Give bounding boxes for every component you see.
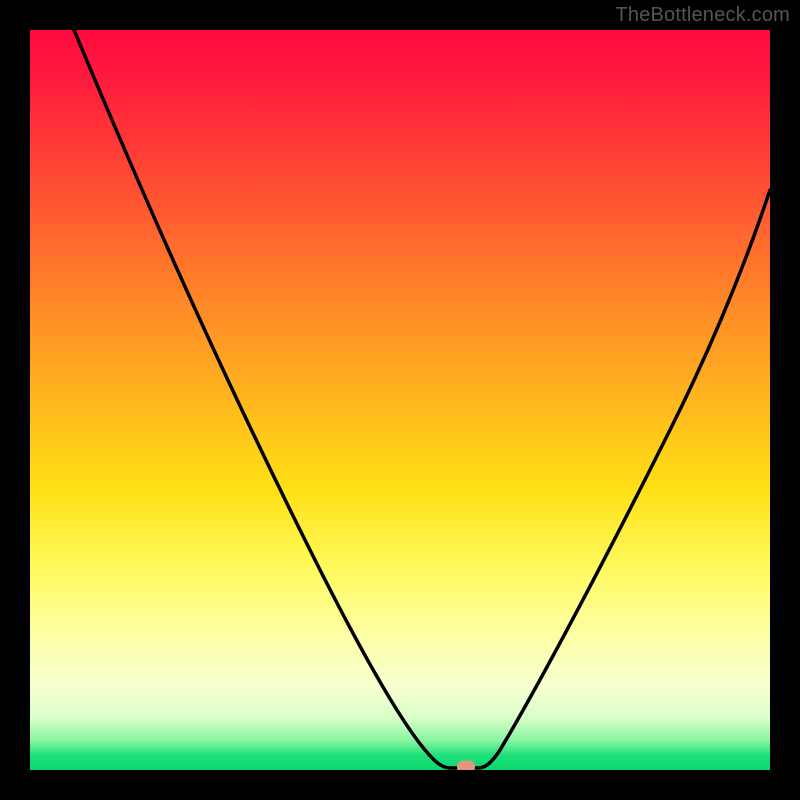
optimal-point-marker [457, 761, 475, 771]
curve-path [74, 30, 770, 768]
plot-area [30, 30, 770, 770]
watermark-text: TheBottleneck.com [615, 4, 790, 27]
bottleneck-curve [30, 30, 770, 770]
chart-frame: TheBottleneck.com [0, 0, 800, 800]
